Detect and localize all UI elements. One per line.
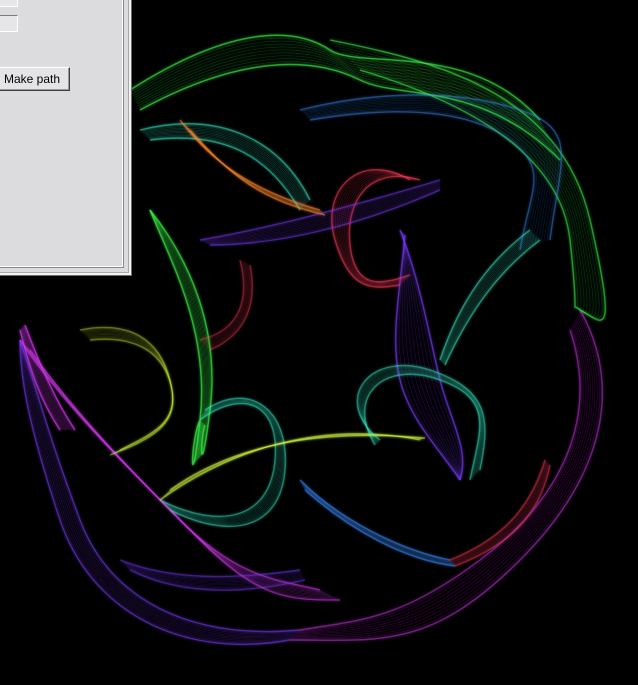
- parameter-field-top[interactable]: [0, 0, 18, 7]
- control-panel: Make path: [0, 0, 131, 275]
- parameter-field-bottom[interactable]: [0, 15, 18, 32]
- control-panel-inner: Make path: [0, 0, 123, 267]
- make-path-button[interactable]: Make path: [0, 67, 70, 91]
